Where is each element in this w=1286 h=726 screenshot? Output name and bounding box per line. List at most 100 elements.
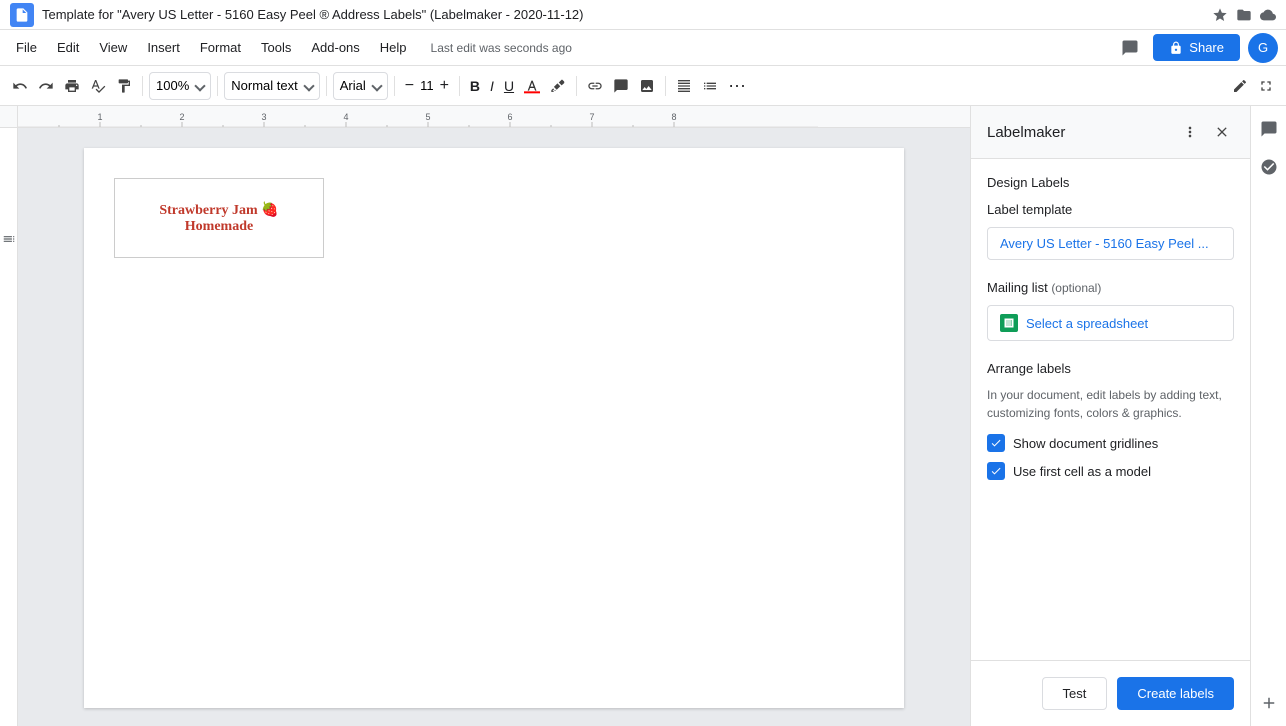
undo-icon	[12, 78, 28, 94]
use-first-cell-checkbox[interactable]	[987, 462, 1005, 480]
label-template-button[interactable]: Avery US Letter - 5160 Easy Peel ...	[987, 227, 1234, 260]
folder-icon[interactable]	[1236, 7, 1252, 23]
use-first-cell-row: Use first cell as a model	[987, 462, 1234, 480]
show-gridlines-label[interactable]: Show document gridlines	[1013, 436, 1158, 451]
sep4	[394, 76, 395, 96]
check-circle-icon	[1260, 158, 1278, 176]
arrange-title: Arrange labels	[987, 361, 1234, 376]
text-style-chevron-icon	[303, 80, 314, 91]
main-layout: 1 2 3 4 5 6 7 8	[0, 106, 1286, 726]
panel-header-actions	[1178, 118, 1234, 146]
redo-button[interactable]	[34, 72, 58, 100]
menu-format[interactable]: Format	[192, 36, 249, 59]
menu-tools[interactable]: Tools	[253, 36, 299, 59]
mailing-list-title-text: Mailing list	[987, 280, 1048, 295]
menu-addons[interactable]: Add-ons	[303, 36, 367, 59]
svg-text:1: 1	[97, 112, 102, 122]
menu-help[interactable]: Help	[372, 36, 415, 59]
show-gridlines-checkbox[interactable]	[987, 434, 1005, 452]
document-title: Template for "Avery US Letter - 5160 Eas…	[42, 7, 1212, 22]
label-cell-1[interactable]: Strawberry Jam 🍓 Homemade	[114, 178, 324, 258]
zoom-selector[interactable]: 100%	[149, 72, 211, 100]
chat-icon	[1260, 120, 1278, 138]
mailing-optional-text: (optional)	[1051, 281, 1101, 295]
more-options-icon	[1182, 124, 1198, 140]
document-area[interactable]: Strawberry Jam 🍓 Homemade	[18, 128, 970, 726]
star-icon[interactable]	[1212, 7, 1228, 23]
highlight-button[interactable]	[546, 72, 570, 100]
chat-button[interactable]	[1254, 114, 1284, 144]
more-button[interactable]: ···	[724, 72, 750, 100]
link-button[interactable]	[583, 72, 607, 100]
create-labels-button[interactable]: Create labels	[1117, 677, 1234, 710]
checkmark-icon	[990, 437, 1002, 449]
panel-more-button[interactable]	[1178, 118, 1202, 146]
test-button[interactable]: Test	[1042, 677, 1108, 710]
highlight-icon	[550, 78, 566, 94]
sep5	[459, 76, 460, 96]
avatar[interactable]: G	[1248, 33, 1278, 63]
font-size-increase[interactable]: +	[436, 72, 453, 100]
menu-edit[interactable]: Edit	[49, 36, 87, 59]
spellcheck-icon	[90, 78, 106, 94]
labels-grid: Strawberry Jam 🍓 Homemade	[114, 178, 874, 258]
close-icon	[1214, 124, 1230, 140]
select-spreadsheet-button[interactable]: Select a spreadsheet	[987, 305, 1234, 341]
menu-right: Share G	[1115, 33, 1278, 63]
link-icon	[587, 78, 603, 94]
label-template-section: Label template Avery US Letter - 5160 Ea…	[987, 202, 1234, 260]
comment-icon	[613, 78, 629, 94]
editing-mode-button[interactable]	[1228, 72, 1252, 100]
left-sidebar-icon	[2, 232, 16, 246]
font-size-control: − 11 +	[401, 72, 453, 100]
sheets-icon	[1000, 314, 1018, 332]
zoom-chevron-icon	[195, 80, 206, 91]
label-text-line2: Homemade	[185, 219, 253, 235]
menu-insert[interactable]: Insert	[139, 36, 188, 59]
cloud-icon[interactable]	[1260, 7, 1276, 23]
sep7	[665, 76, 666, 96]
spellcheck-button[interactable]	[86, 72, 110, 100]
redo-icon	[38, 78, 54, 94]
list-button[interactable]	[698, 72, 722, 100]
print-button[interactable]	[60, 72, 84, 100]
panel-close-button[interactable]	[1210, 118, 1234, 146]
google-docs-icon	[10, 3, 34, 27]
doc-column: 1 2 3 4 5 6 7 8	[0, 106, 970, 726]
use-first-cell-label[interactable]: Use first cell as a model	[1013, 464, 1151, 479]
menu-bar: File Edit View Insert Format Tools Add-o…	[0, 30, 1286, 66]
comments-icon	[1121, 39, 1139, 57]
font-size-decrease[interactable]: −	[401, 72, 418, 100]
left-sidebar	[0, 128, 18, 726]
label-template-title: Label template	[987, 202, 1234, 217]
ruler-corner	[0, 106, 18, 128]
image-button[interactable]	[635, 72, 659, 100]
share-button[interactable]: Share	[1153, 34, 1240, 61]
paint-format-icon	[116, 78, 132, 94]
align-button[interactable]	[672, 72, 696, 100]
check-circle-button[interactable]	[1254, 152, 1284, 182]
menu-view[interactable]: View	[91, 36, 135, 59]
comment-button[interactable]	[609, 72, 633, 100]
bold-button[interactable]: B	[466, 72, 484, 100]
font-chevron-icon	[371, 80, 382, 91]
design-labels-section: Design Labels	[987, 175, 1234, 190]
font-size-value[interactable]: 11	[420, 78, 434, 93]
image-icon	[639, 78, 655, 94]
add-button[interactable]	[1254, 688, 1284, 718]
svg-text:4: 4	[343, 112, 348, 122]
paint-format-button[interactable]	[112, 72, 136, 100]
text-color-button[interactable]	[520, 72, 544, 100]
italic-button[interactable]: I	[486, 72, 498, 100]
comments-button[interactable]	[1115, 33, 1145, 63]
mailing-list-title: Mailing list (optional)	[987, 280, 1234, 295]
font-selector[interactable]: Arial	[333, 72, 388, 100]
expand-button[interactable]	[1254, 72, 1278, 100]
undo-button[interactable]	[8, 72, 32, 100]
share-label: Share	[1189, 40, 1224, 55]
text-style-selector[interactable]: Normal text	[224, 72, 319, 100]
align-icon	[676, 78, 692, 94]
panel-body: Design Labels Label template Avery US Le…	[971, 159, 1250, 660]
underline-button[interactable]: U	[500, 72, 518, 100]
menu-file[interactable]: File	[8, 36, 45, 59]
